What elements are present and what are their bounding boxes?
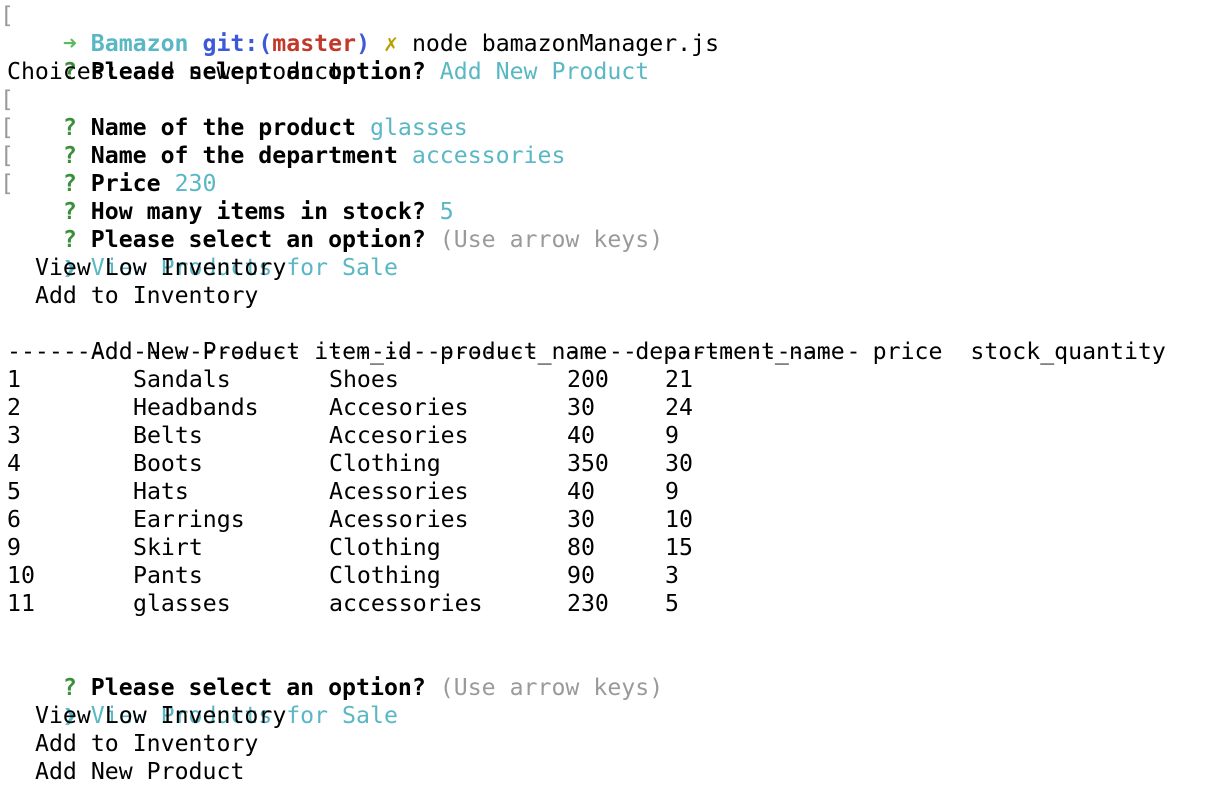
cell-product-name: Boots [133, 450, 203, 477]
cell-product-name: Pants [133, 562, 203, 589]
cell-item-id: 10 [7, 562, 35, 589]
cell-department-name: accessories [329, 590, 483, 617]
table-row: 3 Belts Accesories 40 9 [7, 422, 1217, 450]
cell-price: 200 [567, 366, 609, 393]
cell-price: 350 [567, 450, 609, 477]
cell-product-name: Belts [133, 422, 203, 449]
choices-line: Choices: add new product [7, 58, 343, 85]
cell-price: 40 [567, 422, 595, 449]
table-row: 2 Headbands Accesories 30 24 [7, 394, 1217, 422]
cell-stock-quantity: 15 [665, 534, 693, 561]
wrap-bracket: [ [0, 114, 14, 141]
question-price: [? Price 230 [0, 142, 1217, 197]
wrap-bracket: [ [0, 86, 14, 113]
cell-stock-quantity: 24 [665, 394, 693, 421]
cell-department-name: Clothing [329, 450, 441, 477]
terminal-window[interactable]: [➜ Bamazon git:(master) ✗ node bamazonMa… [0, 0, 1217, 786]
separator: ----- [567, 338, 637, 365]
cell-price: 30 [567, 506, 595, 533]
wrap-bracket: [ [0, 142, 14, 169]
separator: ------------ [133, 338, 301, 365]
cell-item-id: 11 [7, 590, 35, 617]
cell-item-id: 1 [7, 366, 21, 393]
question-select-option-3: ? Please select an option? (Use arrow ke… [7, 646, 1217, 701]
cell-department-name: Accesories [329, 422, 469, 449]
question-department-name: [? Name of the department accessories [0, 114, 1217, 169]
table-row: 6 Earrings Acessories 30 10 [7, 506, 1217, 534]
cell-item-id: 6 [7, 506, 21, 533]
table-row: 10 Pants Clothing 90 3 [7, 562, 1217, 590]
table-row: 4 Boots Clothing 350 30 [7, 450, 1217, 478]
menu-option-add-to-inventory-2[interactable]: Add to Inventory [7, 730, 1217, 758]
table-row: 5 Hats Acessories 40 9 [7, 478, 1217, 506]
question-product-name: [? Name of the product glasses [0, 86, 1217, 141]
cell-item-id: 3 [7, 422, 21, 449]
question-select-option: ? Please select an option? Add New Produ… [7, 30, 1217, 85]
cell-stock-quantity: 30 [665, 450, 693, 477]
menu-option-view-low-inventory[interactable]: View Low Inventory [7, 254, 1217, 282]
cell-product-name: Sandals [133, 366, 231, 393]
wrap-bracket: [ [0, 2, 14, 29]
cell-department-name: Clothing [329, 534, 441, 561]
cell-product-name: Hats [133, 478, 189, 505]
cell-price: 90 [567, 562, 595, 589]
cell-item-id: 2 [7, 394, 21, 421]
cell-stock-quantity: 10 [665, 506, 693, 533]
table-row: 9 Skirt Clothing 80 15 [7, 534, 1217, 562]
cell-department-name: Accesories [329, 394, 469, 421]
cell-product-name: glasses [133, 590, 231, 617]
menu-option-view-products-2[interactable]: ❯ View Products for Sale [7, 674, 1217, 729]
cell-department-name: Shoes [329, 366, 399, 393]
cell-item-id: 4 [7, 450, 21, 477]
separator: ------- [7, 338, 105, 365]
cell-product-name: Skirt [133, 534, 203, 561]
shell-prompt-line: [➜ Bamazon git:(master) ✗ node bamazonMa… [0, 2, 1217, 57]
separator: --------------- [329, 338, 539, 365]
cell-product-name: Headbands [133, 394, 259, 421]
cell-price: 80 [567, 534, 595, 561]
menu-option-view-low-inventory-2[interactable]: View Low Inventory [7, 702, 1217, 730]
cell-price: 40 [567, 478, 595, 505]
cell-department-name: Acessories [329, 478, 469, 505]
menu-option-add-to-inventory[interactable]: Add to Inventory [7, 282, 1217, 310]
cell-price: 230 [567, 590, 609, 617]
cell-product-name: Earrings [133, 506, 245, 533]
menu-option-view-products[interactable]: ❯ View Products for Sale [7, 226, 1217, 281]
cell-department-name: Clothing [329, 562, 441, 589]
separator: -------------- [665, 338, 861, 365]
cell-department-name: Acessories [329, 506, 469, 533]
wrap-bracket: [ [0, 170, 14, 197]
cell-stock-quantity: 9 [665, 478, 679, 505]
table-row: 1 Sandals Shoes 200 21 [7, 366, 1217, 394]
question-select-option-2: ? Please select an option? (Use arrow ke… [7, 198, 1217, 253]
question-stock: [? How many items in stock? 5 [0, 170, 1217, 225]
cell-stock-quantity: 21 [665, 366, 693, 393]
cell-stock-quantity: 9 [665, 422, 679, 449]
cell-stock-quantity: 5 [665, 590, 679, 617]
cell-item-id: 5 [7, 478, 21, 505]
cell-price: 30 [567, 394, 595, 421]
cell-stock-quantity: 3 [665, 562, 679, 589]
menu-option-add-new-product[interactable]: Add New Product item_id product_name dep… [7, 310, 1217, 365]
table-separator-row: ------- ------------ --------------- ----- -… [7, 338, 1217, 366]
table-row: 11 glasses accessories 230 5 [7, 590, 1217, 618]
menu-option-add-new-product-2[interactable]: Add New Product [7, 758, 1217, 786]
product-table-body: 1 Sandals Shoes 200 21 2 Headbands Accesories 3… [7, 366, 1217, 618]
cell-item-id: 9 [7, 534, 21, 561]
